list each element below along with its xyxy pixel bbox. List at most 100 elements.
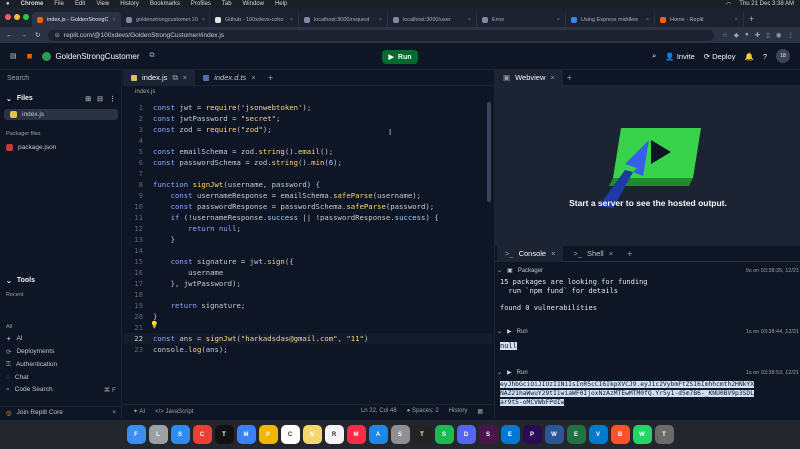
code-line[interactable]: 19 return signature; [123, 300, 493, 311]
extension-icon[interactable]: ◆ [734, 31, 739, 39]
code-line[interactable]: 17 }, jwtPassword); [123, 278, 493, 289]
join-core-banner[interactable]: ◎ Join Replit Core × [0, 406, 122, 418]
close-icon[interactable]: × [112, 409, 116, 416]
forward-icon[interactable]: → [21, 32, 28, 39]
tab-shell[interactable]: >_ Shell × [565, 246, 621, 262]
new-tab-icon[interactable]: + [264, 73, 277, 83]
files-header[interactable]: ⌄ Files ⊞ ⊟ ⋮ [0, 93, 122, 104]
browser-tab[interactable]: Error × [477, 12, 566, 27]
dock-app-brave[interactable]: B [610, 425, 630, 444]
code-line[interactable]: 21 [123, 322, 493, 333]
dock-app-app-store[interactable]: A [368, 425, 388, 444]
notifications-icon[interactable]: 🔔 [744, 52, 753, 61]
tool-item-chat[interactable]: ◌ Chat [0, 372, 122, 383]
apple-icon[interactable]: ● [6, 1, 10, 7]
close-tab-icon[interactable]: × [290, 17, 293, 23]
dock-app-vs-code[interactable]: V [588, 425, 608, 444]
code-line[interactable]: 8 function signJwt(username, password) { [123, 179, 493, 190]
dock-app-settings[interactable]: S [390, 425, 410, 444]
deploy-button[interactable]: ⟳ Deploy [704, 52, 736, 61]
browser-tab[interactable]: Using Express middlew × [566, 12, 655, 27]
tool-item-ai[interactable]: ✦ AI [0, 333, 122, 344]
dock-app-finder[interactable]: F [126, 425, 146, 444]
close-icon[interactable]: × [251, 73, 255, 82]
editor-scrollbar[interactable] [487, 102, 491, 202]
new-folder-icon[interactable]: ⊟ [97, 95, 103, 103]
code-line[interactable]: 14 [123, 245, 493, 256]
tool-item-code-search[interactable]: ⌕ Code Search ⌘ F [0, 384, 122, 395]
dock-app-excel[interactable]: E [566, 425, 586, 444]
dock-app-chrome[interactable]: C [192, 425, 212, 444]
code-line[interactable]: 9 const usernameResponse = emailSchema.s… [123, 190, 493, 201]
tab-console[interactable]: >_ Console × [497, 245, 564, 262]
tool-item-authentication[interactable]: ⚿ Authentication [0, 359, 122, 370]
code-line[interactable]: 23 console.log(ans); [123, 344, 493, 355]
close-tab-icon[interactable]: × [646, 17, 649, 23]
sidepanel-icon[interactable]: ▯ [766, 31, 770, 39]
dock-app-safari[interactable]: S [170, 425, 190, 444]
close-icon[interactable]: × [551, 249, 555, 258]
file-item-package-json[interactable]: package.json [0, 142, 122, 153]
dock-app-notes[interactable]: N [302, 425, 322, 444]
tab-index-js[interactable]: index.js ⧉ × [123, 69, 196, 86]
clock[interactable]: Thu 21 Dec 3:38 AM [739, 1, 794, 7]
close-tab-icon[interactable]: × [557, 17, 560, 23]
close-window-button[interactable] [5, 14, 11, 20]
new-file-icon[interactable]: ⊞ [85, 95, 91, 103]
close-tab-icon[interactable]: × [735, 17, 738, 23]
code-line[interactable]: 4 [123, 135, 493, 146]
code-line[interactable]: 5 const emailSchema = zod.string().email(… [123, 146, 493, 157]
language-status[interactable]: </> JavaScript [155, 409, 193, 415]
cursor-position[interactable]: Ln 22, Col 48 [361, 408, 397, 415]
dock-app-trash[interactable]: T [654, 425, 674, 444]
close-tab-icon[interactable]: × [379, 17, 382, 23]
zoom-window-button[interactable] [23, 14, 29, 20]
dock-app-photos[interactable]: P [258, 425, 278, 444]
repl-settings-icon[interactable]: ⧉ [149, 52, 154, 60]
file-item-index-js[interactable]: index.js [4, 109, 118, 120]
reload-icon[interactable]: ↻ [35, 31, 40, 39]
layout-icon[interactable]: ▦ [477, 408, 483, 415]
close-tab-icon[interactable]: × [468, 17, 471, 23]
menu-history[interactable]: History [120, 1, 139, 7]
indent-setting[interactable]: ● Spaces: 2 [407, 408, 439, 415]
repl-name[interactable]: GoldenStrongCustomer [42, 51, 139, 61]
extension-icon[interactable]: ● [745, 31, 749, 39]
dock-app-reminders[interactable]: R [324, 425, 344, 444]
webview-frame[interactable]: Start a server to see the hosted output. [495, 86, 800, 251]
close-icon[interactable]: × [609, 249, 613, 258]
new-tab-icon[interactable]: + [623, 249, 636, 259]
dock-app-tv[interactable]: T [214, 425, 234, 444]
dock-app-discord[interactable]: D [456, 425, 476, 444]
search-icon[interactable]: ⌕ [652, 51, 656, 61]
star-icon[interactable]: ☆ [722, 31, 728, 39]
replit-logo-icon[interactable]: ◼ [27, 52, 33, 60]
menu-edit[interactable]: Edit [75, 1, 85, 7]
dock-app-spotify[interactable]: S [434, 425, 454, 444]
dock-app-edge[interactable]: E [500, 425, 520, 444]
sidebar-search[interactable]: Search [7, 75, 29, 82]
tool-item-deployments[interactable]: ⟳ Deployments [0, 346, 122, 357]
history-button[interactable]: History [449, 408, 468, 415]
browser-tab[interactable]: index.js - GoldenStrongC × [32, 12, 121, 27]
code-line[interactable]: 6 const passwordSchema = zod.string().min… [123, 157, 493, 168]
code-line[interactable]: 1 const jwt = require('jsonwebtoken'); [123, 102, 493, 113]
menu-file[interactable]: File [54, 1, 64, 7]
dock-app-calendar[interactable]: C [280, 425, 300, 444]
dock-app-music[interactable]: M [346, 425, 366, 444]
ai-status[interactable]: ✦ AI [133, 408, 145, 415]
dock-app-word[interactable]: W [544, 425, 564, 444]
help-icon[interactable]: ? [763, 52, 767, 61]
dock-app-premiere[interactable]: P [522, 425, 542, 444]
tab-webview[interactable]: ▣ Webview × [495, 69, 563, 86]
close-icon[interactable]: × [550, 73, 554, 82]
more-icon[interactable]: ⋮ [109, 95, 116, 103]
code-line[interactable]: 16 username [123, 267, 493, 278]
menu-tab[interactable]: Tab [222, 1, 232, 7]
dock-app-mail[interactable]: M [236, 425, 256, 444]
profile-icon[interactable]: ◉ [776, 31, 782, 39]
more-icon[interactable]: ⋮ [788, 31, 795, 39]
browser-tab[interactable]: goldenstrongcustomer.10 × [121, 12, 210, 27]
dock-app-whatsapp[interactable]: W [632, 425, 652, 444]
new-tab-icon[interactable]: + [563, 73, 576, 83]
